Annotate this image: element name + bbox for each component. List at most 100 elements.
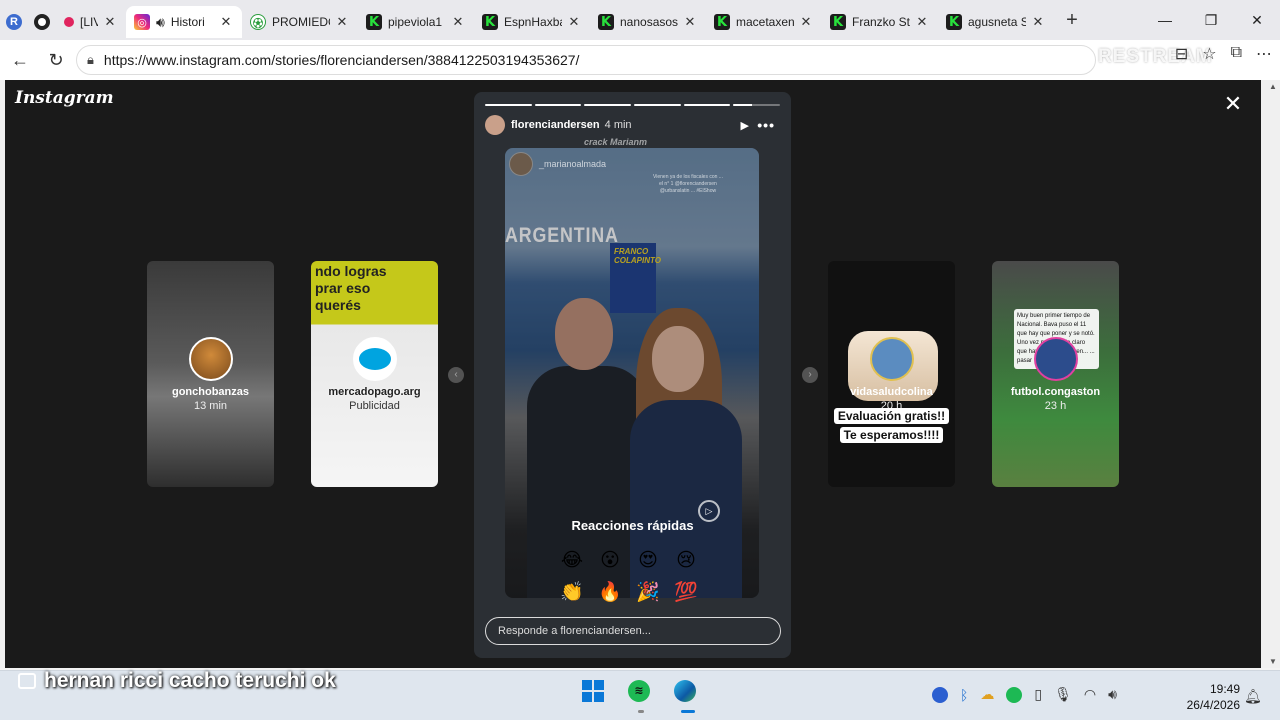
previous-story-icon[interactable]: ‹ — [448, 367, 464, 383]
story-progress — [485, 104, 781, 106]
close-window-button[interactable]: ✕ — [1234, 0, 1280, 40]
kick-icon: K — [598, 14, 614, 30]
sad-emoji-icon[interactable]: 😢 — [674, 548, 698, 572]
more-options-icon[interactable]: ••• — [757, 117, 775, 133]
story-preview-futbolcongaston[interactable]: Muy buen primer tiempo de Nacional. Bava… — [992, 261, 1119, 487]
microphone-icon[interactable]: 🎙︎ — [1054, 686, 1072, 703]
kick-icon: K — [714, 14, 730, 30]
active-indicator — [681, 710, 695, 713]
reading-view-icon[interactable]: ⊟ — [1175, 44, 1188, 64]
start-button[interactable] — [578, 676, 608, 706]
close-tab-icon[interactable]: ✕ — [682, 14, 698, 30]
tab-espnhaxball[interactable]: K EspnHaxba ✕ — [474, 6, 590, 38]
page-viewport: Instagram ✕ gonchobanzas 13 min ndo logr… — [0, 80, 1280, 668]
stream-caption: hernan ricci cacho teruchi ok — [18, 669, 336, 693]
wifi-icon[interactable]: ◠ — [1084, 686, 1096, 703]
close-tab-icon[interactable]: ✕ — [334, 14, 350, 30]
close-tab-icon[interactable]: ✕ — [566, 14, 582, 30]
close-tab-icon[interactable]: ✕ — [914, 14, 930, 30]
device-icon[interactable]: ▯ — [1034, 686, 1042, 703]
fire-emoji-icon[interactable]: 🔥 — [598, 580, 622, 604]
close-tab-icon[interactable]: ✕ — [798, 14, 814, 30]
address-bar[interactable]: 🔒︎ https://www.instagram.com/stories/flo… — [76, 45, 1096, 75]
close-stories-icon[interactable]: ✕ — [1221, 92, 1245, 116]
restore-button[interactable]: ❐ — [1188, 0, 1234, 40]
favorite-star-icon[interactable]: ☆ — [1202, 44, 1216, 64]
instagram-logo[interactable]: Instagram — [15, 88, 114, 108]
avatar — [188, 337, 233, 381]
running-indicator — [638, 710, 644, 713]
tab-live[interactable]: [LIV ✕ — [56, 6, 126, 38]
story-username[interactable]: florenciandersen — [511, 119, 600, 131]
tray-app-icon[interactable] — [932, 686, 948, 703]
chat-bubble-icon — [18, 673, 36, 690]
r-icon: R — [6, 14, 22, 30]
laugh-emoji-icon[interactable]: 😂 — [560, 548, 584, 572]
tab-pinned-record[interactable] — [30, 6, 56, 38]
active-story[interactable]: florenciandersen 4 min ▶ ••• crack Maria… — [474, 92, 791, 658]
scroll-down-icon[interactable]: ▼ — [1269, 657, 1277, 666]
new-tab-button[interactable]: + — [1054, 9, 1090, 32]
tab-instagram-story[interactable]: ◎ 🔊︎ Histori ✕ — [126, 6, 242, 38]
tab-nanosasos[interactable]: K nanosasos ✕ — [590, 6, 706, 38]
tab-strip: R [LIV ✕ ◎ 🔊︎ Histori ✕ ⚽︎ PROMIEDO ✕ K … — [0, 0, 1280, 40]
play-icon[interactable]: ▶ — [741, 119, 749, 132]
minimize-button[interactable]: — — [1142, 0, 1188, 40]
progress-segment — [683, 104, 731, 106]
kick-icon: K — [946, 14, 962, 30]
avatar[interactable] — [485, 115, 505, 135]
avatar — [869, 337, 914, 381]
extensions-icon[interactable]: ⧉ — [1231, 44, 1242, 64]
next-story-icon[interactable]: › — [802, 367, 818, 383]
system-clock[interactable]: 19:49 26/4/2026 — [1180, 681, 1240, 713]
system-tray: ᛒ ☁ ▯ 🎙︎ ◠ 🔊︎ — [932, 686, 1117, 703]
spotify-tray-icon[interactable] — [1006, 686, 1023, 703]
progress-segment — [634, 104, 681, 106]
avatar — [1033, 337, 1078, 381]
scroll-up-icon[interactable]: ▲ — [1269, 82, 1277, 91]
tab-agusneta[interactable]: K agusneta S ✕ — [938, 6, 1054, 38]
tab-macetaxen[interactable]: K macetaxen ✕ — [706, 6, 822, 38]
story-preview-gonchobanzas[interactable]: gonchobanzas 13 min — [147, 261, 274, 487]
close-tab-icon[interactable]: ✕ — [218, 14, 234, 30]
tab-franzko[interactable]: K Franzko Str ✕ — [822, 6, 938, 38]
reload-icon[interactable]: ↻ — [38, 44, 74, 76]
close-tab-icon[interactable]: ✕ — [102, 14, 118, 30]
edge-icon — [674, 680, 696, 702]
tab-promiedos[interactable]: ⚽︎ PROMIEDO ✕ — [242, 6, 358, 38]
story-preview-vidasaludcolina[interactable]: vidasaludcolina 20 h Evaluación gratis!!… — [828, 261, 955, 487]
party-emoji-icon[interactable]: 🎉 — [636, 580, 660, 604]
instagram-icon: ◎ — [134, 14, 150, 30]
back-arrow-icon[interactable]: ← — [2, 44, 38, 76]
speaker-icon[interactable]: 🔊︎ — [156, 14, 165, 31]
preview-username: gonchobanzas — [171, 386, 249, 398]
heart-eyes-emoji-icon[interactable]: 😍 — [636, 548, 660, 572]
hundred-emoji-icon[interactable]: 💯 — [674, 580, 698, 604]
lock-icon[interactable]: 🔒︎ — [87, 52, 94, 68]
kick-icon: K — [482, 14, 498, 30]
taskbar-apps: ≋ — [578, 676, 700, 706]
ad-text: ndo logras prar eso querés — [315, 263, 387, 313]
tab-pipeviola[interactable]: K pipeviola1 ✕ — [358, 6, 474, 38]
more-menu-icon[interactable]: ⋯ — [1256, 44, 1272, 64]
bluetooth-icon[interactable]: ᛒ — [960, 687, 968, 703]
tab-pinned-r[interactable]: R — [0, 6, 30, 38]
edge-taskbar-button[interactable] — [670, 676, 700, 706]
reposter: _marianoalmada — [509, 152, 606, 176]
close-tab-icon[interactable]: ✕ — [450, 14, 466, 30]
url-text: https://www.instagram.com/stories/floren… — [103, 52, 580, 68]
preview-username: vidasaludcolina — [850, 386, 933, 398]
story-overlay-text: crack Marianm — [584, 137, 648, 147]
volume-icon[interactable]: 🔊︎ — [1108, 686, 1117, 703]
reply-input[interactable]: Responde a florenciandersen... — [485, 617, 781, 645]
avatar — [509, 152, 533, 176]
cloud-drive-icon[interactable]: ☁ — [980, 686, 994, 703]
surprised-emoji-icon[interactable]: 😮 — [598, 548, 622, 572]
story-preview-mercadopago[interactable]: ndo logras prar eso querés mercadopago.arg… — [311, 261, 438, 487]
page-scrollbar[interactable]: ▲ ▼ — [1266, 80, 1280, 668]
spotify-taskbar-button[interactable]: ≋ — [624, 676, 654, 706]
notification-bell-icon[interactable]: 🔔︎ — [1244, 688, 1262, 705]
close-tab-icon[interactable]: ✕ — [1030, 14, 1046, 30]
clap-emoji-icon[interactable]: 👏 — [560, 580, 584, 604]
story-time: 4 min — [604, 119, 632, 131]
